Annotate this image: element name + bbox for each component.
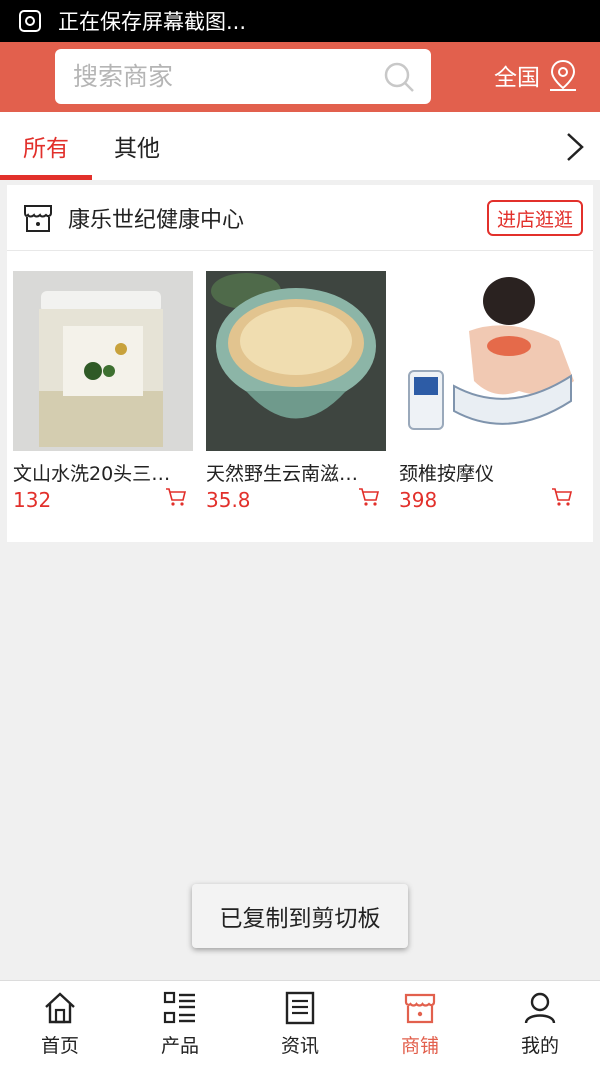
nav-label: 首页: [40, 1035, 79, 1057]
news-icon: [285, 991, 315, 1025]
list-icon: [163, 991, 195, 1024]
cart-icon[interactable]: [551, 487, 573, 507]
tab-all[interactable]: 所有: [0, 112, 92, 180]
nav-item-me[interactable]: 我的: [480, 981, 600, 1067]
nav-item-shop[interactable]: 商铺: [360, 981, 480, 1067]
nav-label: 商铺: [400, 1035, 439, 1057]
nav-label: 产品: [160, 1035, 199, 1057]
nav-item-news[interactable]: 资讯: [240, 981, 360, 1067]
product-card[interactable]: 颈椎按摩仪 398: [399, 271, 579, 512]
status-text: 正在保存屏幕截图...: [58, 10, 247, 34]
search-input[interactable]: [73, 62, 363, 91]
category-tabs: 所有 其他: [0, 112, 600, 180]
header: 全国: [0, 42, 600, 112]
search-icon[interactable]: [383, 61, 415, 93]
product-list: 文山水洗20头三七粉 132 天然野生云南滋补雪燕 35.8: [13, 271, 593, 512]
tab-label: 其他: [114, 136, 160, 162]
shop-icon: [404, 993, 436, 1024]
product-card[interactable]: 天然野生云南滋补雪燕 35.8: [206, 271, 386, 512]
chevron-right-icon[interactable]: [564, 132, 586, 162]
nav-item-home[interactable]: 首页: [0, 981, 120, 1067]
store-name: 康乐世纪健康中心: [68, 207, 245, 233]
enter-store-button[interactable]: 进店逛逛: [486, 200, 583, 236]
product-card[interactable]: 文山水洗20头三七粉 132: [13, 271, 193, 512]
nav-item-products[interactable]: 产品: [120, 981, 240, 1067]
product-name: 文山水洗20头三七粉: [13, 463, 183, 485]
toast-message: 已复制到剪切板: [192, 884, 408, 948]
store-card: 康乐世纪健康中心 进店逛逛 文山水洗20头三七粉 132 天然野生云南滋补雪 3…: [7, 185, 593, 542]
store-header[interactable]: 康乐世纪健康中心 进店逛逛: [7, 185, 593, 251]
store-icon: [24, 204, 52, 232]
user-icon: [524, 992, 556, 1024]
screenshot-icon: [19, 10, 41, 32]
product-image: [206, 271, 386, 451]
region-label: 全国: [494, 65, 540, 91]
home-icon: [45, 992, 75, 1024]
tab-label: 所有: [23, 136, 69, 162]
search-box[interactable]: [55, 49, 431, 104]
product-image: [13, 271, 193, 451]
region-selector[interactable]: 全国: [494, 58, 578, 92]
product-name: 颈椎按摩仪: [399, 463, 495, 485]
product-image: [399, 271, 579, 451]
product-name: 天然野生云南滋补雪燕: [206, 463, 376, 485]
cart-icon[interactable]: [358, 487, 380, 507]
nav-label: 资讯: [280, 1035, 319, 1057]
nav-label: 我的: [520, 1035, 559, 1057]
status-bar: 正在保存屏幕截图...: [0, 0, 600, 42]
location-icon: [550, 59, 576, 91]
bottom-nav: 首页 产品 资讯 商铺 我的: [0, 980, 600, 1067]
cart-icon[interactable]: [165, 487, 187, 507]
tab-other[interactable]: 其他: [92, 112, 182, 180]
